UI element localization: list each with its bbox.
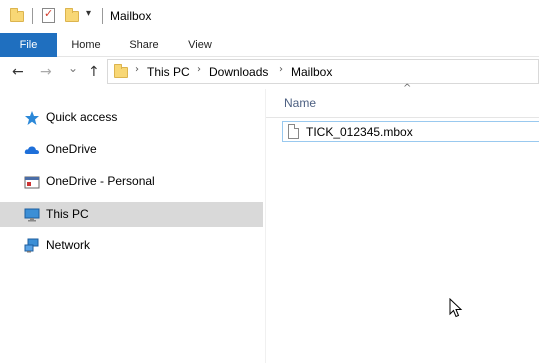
back-arrow-icon[interactable]: ← (12, 64, 24, 80)
file-icon (288, 124, 299, 139)
breadcrumb-downloads[interactable]: Downloads (209, 65, 268, 79)
breadcrumb-separator[interactable]: › (279, 64, 283, 75)
tab-view[interactable]: View (176, 33, 224, 57)
header-divider (266, 117, 539, 118)
network-icon (24, 238, 39, 253)
star-icon (25, 111, 39, 125)
folder-icon[interactable] (10, 8, 24, 22)
nav-item-label: This PC (46, 207, 89, 221)
column-header-name[interactable]: Name (284, 96, 316, 110)
breadcrumb-this-pc[interactable]: This PC (147, 65, 190, 79)
forward-arrow-icon[interactable]: → (40, 64, 52, 80)
nav-item-label: OneDrive - Personal (46, 174, 155, 188)
file-item[interactable]: TICK_012345.mbox (282, 121, 539, 142)
nav-item-quick-access[interactable]: Quick access (0, 105, 263, 130)
file-name: TICK_012345.mbox (306, 125, 413, 139)
file-list: ^ Name TICK_012345.mbox (266, 83, 539, 363)
breadcrumb-separator[interactable]: › (135, 64, 139, 75)
nav-item-label: Quick access (46, 110, 118, 124)
breadcrumb-separator[interactable]: › (197, 64, 201, 75)
navigation-pane: Quick access OneDrive OneDrive - Persona… (0, 89, 265, 363)
nav-item-this-pc[interactable]: This PC (0, 202, 263, 227)
onedrive-personal-icon (24, 176, 40, 189)
breadcrumb-mailbox[interactable]: Mailbox (291, 65, 332, 79)
up-arrow-icon[interactable]: ↑ (88, 64, 100, 80)
ribbon-tabs: File Home Share View (0, 33, 539, 57)
monitor-icon (24, 208, 40, 222)
tab-file[interactable]: File (0, 33, 57, 57)
recent-locations-icon[interactable]: ⌄ (68, 61, 78, 75)
address-bar[interactable]: › This PC › Downloads › Mailbox (107, 59, 539, 84)
nav-item-network[interactable]: Network (0, 233, 263, 258)
sort-ascending-icon: ^ (403, 83, 412, 94)
nav-item-label: Network (46, 238, 91, 252)
title-bar: ▾ Mailbox (0, 0, 539, 33)
tab-share[interactable]: Share (120, 33, 168, 57)
separator (32, 8, 33, 24)
nav-item-label: OneDrive (46, 142, 97, 156)
folder-icon (114, 64, 128, 78)
separator (102, 8, 103, 24)
cloud-icon (24, 146, 39, 154)
nav-item-onedrive[interactable]: OneDrive (0, 137, 263, 162)
nav-item-onedrive-personal[interactable]: OneDrive - Personal (0, 169, 263, 194)
tab-home[interactable]: Home (62, 33, 110, 57)
quick-access-dropdown-icon[interactable]: ▾ (86, 8, 91, 19)
mouse-cursor-icon (449, 298, 463, 318)
new-folder-icon[interactable] (65, 8, 79, 22)
properties-icon[interactable] (42, 7, 55, 23)
window-title: Mailbox (110, 9, 152, 23)
